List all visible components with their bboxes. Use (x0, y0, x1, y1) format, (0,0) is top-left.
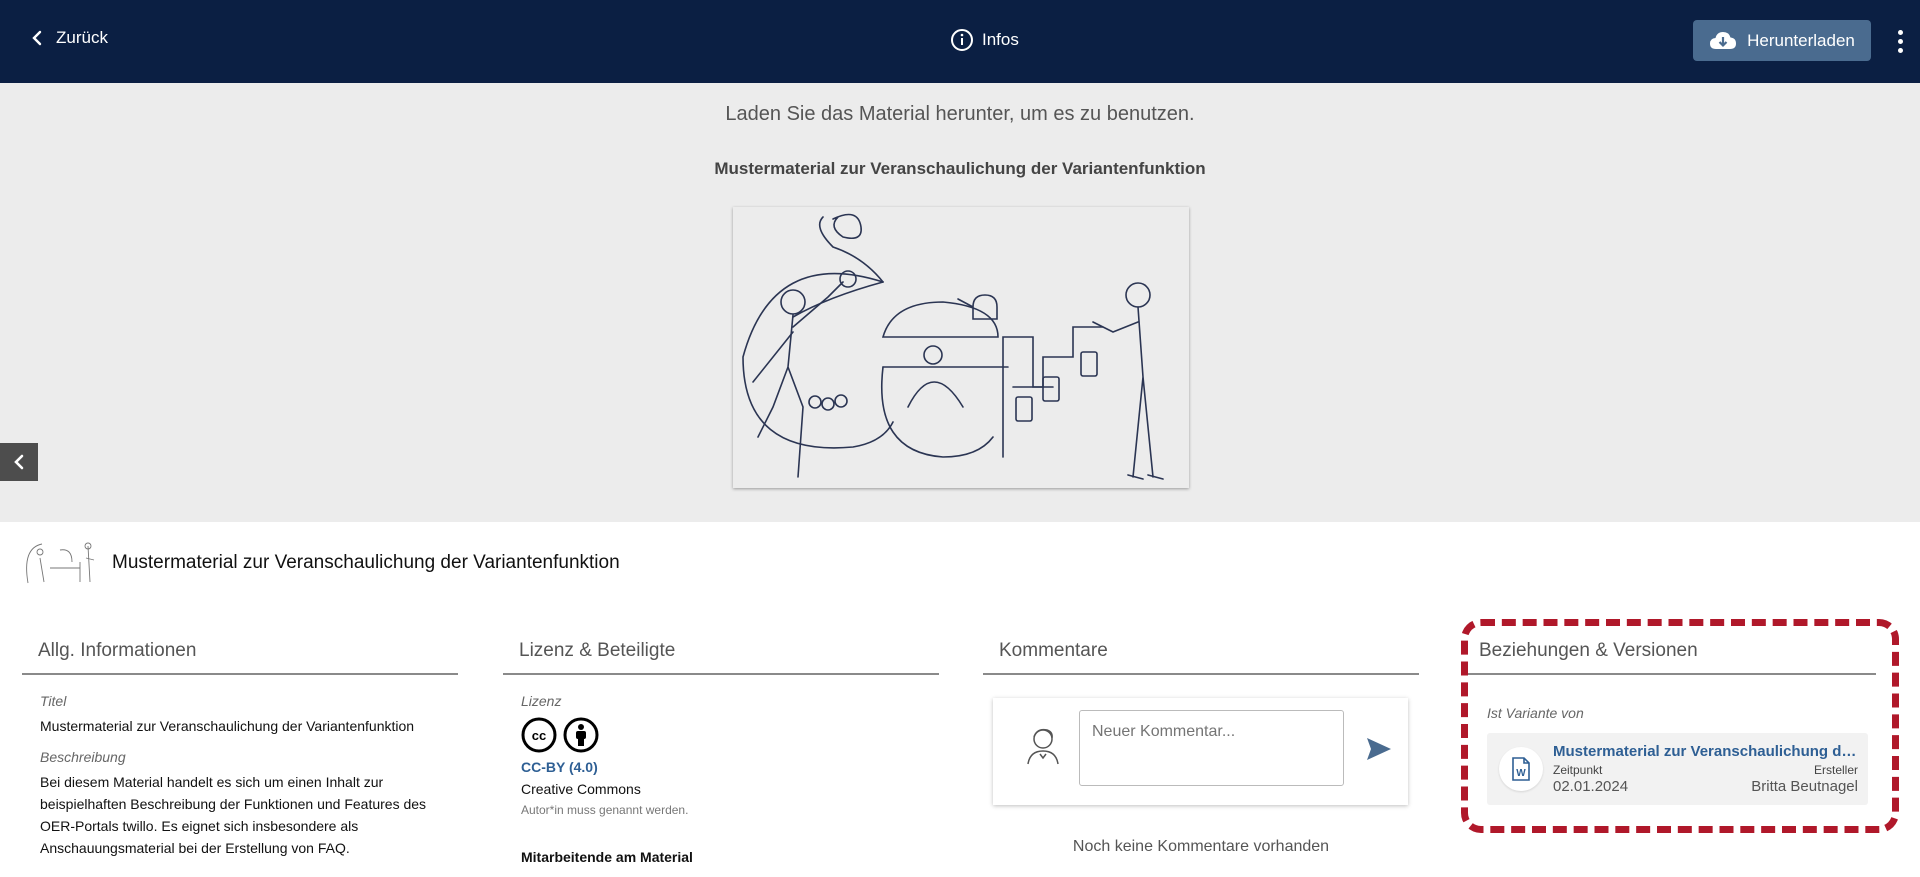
download-hint: Laden Sie das Material herunter, um es z… (725, 103, 1195, 125)
license-name: Creative Commons (521, 781, 641, 797)
more-dot-icon (1897, 48, 1903, 53)
user-avatar-icon (1027, 728, 1059, 765)
license-note: Autor*in muss genannt werden. (521, 803, 689, 817)
cloud-download-icon (1710, 31, 1737, 49)
related-material-card[interactable]: W Mustermaterial zur Veranschaulichung d… (1487, 733, 1868, 805)
download-button[interactable]: Herunterladen (1693, 20, 1871, 61)
material-title-row: Mustermaterial zur Veranschaulichung der… (20, 538, 620, 588)
preview-illustration[interactable] (733, 207, 1189, 488)
preview-title: Mustermaterial zur Veranschaulichung der… (714, 159, 1206, 178)
back-label: Zurück (56, 28, 108, 47)
contributors-heading: Mitarbeitende am Material (521, 849, 693, 865)
cc-icons: cc (503, 717, 939, 753)
svg-text:cc: cc (532, 728, 546, 743)
title-label: Titel (40, 693, 67, 709)
material-title: Mustermaterial zur Veranschaulichung der… (112, 552, 620, 573)
chevron-left-icon (32, 30, 42, 46)
material-thumbnail (26, 542, 95, 584)
new-comment-input[interactable] (1079, 710, 1344, 786)
info-label: Infos (982, 30, 1019, 49)
creator-value: Britta Beutnagel (1751, 778, 1858, 795)
comments-section: Kommentare Noch keine Kommentare vorhand… (983, 640, 1419, 855)
send-icon[interactable] (1365, 736, 1393, 762)
license-section: Lizenz & Beteiligte Lizenz cc CC-BY (4.0… (503, 640, 939, 865)
no-comments-text: Noch keine Kommentare vorhanden (1072, 838, 1330, 855)
relations-section: Beziehungen & Versionen Ist Variante von… (1463, 640, 1876, 805)
creator-label: Ersteller (1813, 763, 1858, 777)
back-button[interactable]: Zurück (28, 28, 108, 48)
variant-of-label: Ist Variante von (1487, 705, 1584, 721)
related-material-title[interactable]: Mustermaterial zur Veranschaulichung der… (1553, 743, 1863, 760)
creative-commons-icon: cc (521, 717, 557, 753)
time-value: 02.01.2024 (1553, 778, 1629, 795)
general-info-heading: Allg. Informationen (22, 640, 458, 675)
more-options-button[interactable] (1890, 28, 1910, 54)
top-bar: Zurück Infos Herunterladen (0, 0, 1920, 83)
word-document-icon: W (1499, 747, 1543, 791)
comment-form (993, 698, 1408, 805)
oer-illustration (742, 213, 1164, 480)
previous-slide-button[interactable] (0, 443, 38, 481)
general-info-section: Allg. Informationen Titel Mustermaterial… (22, 640, 458, 859)
attribution-icon (563, 717, 599, 753)
more-dot-icon (1897, 39, 1903, 44)
description-label: Beschreibung (40, 749, 126, 765)
material-preview: Laden Sie das Material herunter, um es z… (0, 83, 1920, 522)
relations-heading: Beziehungen & Versionen (1463, 640, 1876, 675)
info-icon (951, 29, 973, 51)
info-button[interactable]: Infos (950, 28, 1019, 52)
title-value: Mustermaterial zur Veranschaulichung der… (40, 718, 415, 734)
svg-text:W: W (1516, 768, 1526, 779)
license-heading: Lizenz & Beteiligte (503, 640, 939, 675)
time-label: Zeitpunkt (1553, 763, 1603, 777)
chevron-left-icon (14, 454, 24, 470)
license-link[interactable]: CC-BY (4.0) (503, 759, 939, 775)
download-label: Herunterladen (1747, 30, 1855, 50)
description-value: Bei diesem Material handelt es sich um e… (40, 774, 427, 856)
comments-heading: Kommentare (983, 640, 1419, 675)
more-dot-icon (1897, 30, 1903, 35)
license-label: Lizenz (521, 693, 562, 709)
